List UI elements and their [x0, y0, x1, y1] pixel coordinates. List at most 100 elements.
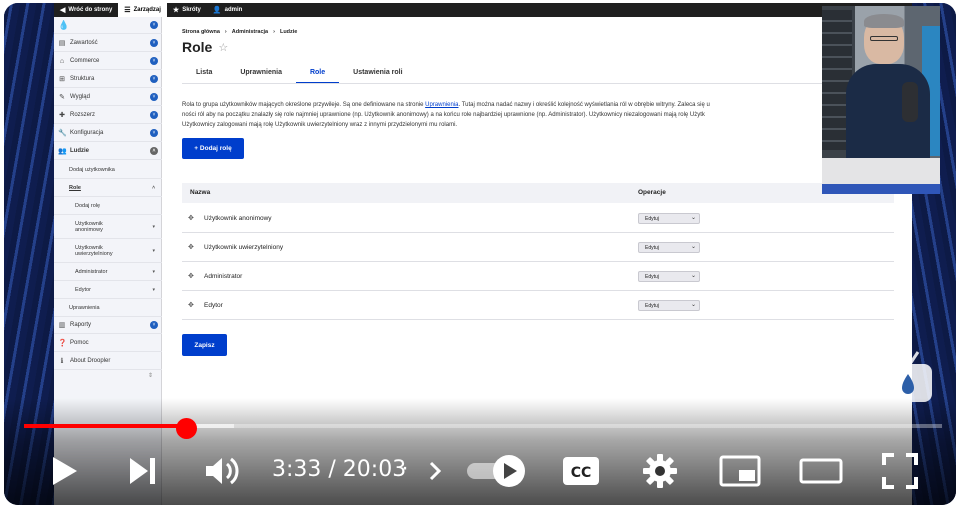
- breadcrumb-admin[interactable]: Administracja: [232, 29, 268, 35]
- settings-button[interactable]: [640, 449, 680, 493]
- drag-handle-icon[interactable]: ✥: [188, 272, 194, 280]
- sidebar-item-label: About Droopler: [70, 358, 111, 364]
- sidebar-sub-label: Role: [69, 184, 81, 191]
- chevron-down-icon[interactable]: ˅: [150, 39, 158, 47]
- time-display: 3:33 / 20:03: [272, 457, 407, 482]
- sidebar-item-label: Pomoc: [70, 340, 89, 346]
- add-role-button[interactable]: + Dodaj rolę: [182, 138, 244, 159]
- drag-handle-icon[interactable]: ✥: [188, 243, 194, 251]
- chevron-down-icon[interactable]: ˅: [150, 321, 158, 329]
- sidebar-item-config[interactable]: 🔧 Konfiguracja ˅: [54, 125, 162, 142]
- chevron-down-icon[interactable]: ˅: [150, 75, 158, 83]
- chevron-up-icon[interactable]: ˄: [152, 185, 155, 191]
- info-icon: ℹ: [60, 358, 64, 365]
- channel-watermark-icon[interactable]: [882, 348, 934, 404]
- breadcrumb-people[interactable]: Ludzie: [280, 29, 297, 35]
- chevron-down-icon[interactable]: ˅: [150, 57, 158, 65]
- sidebar-item-help[interactable]: ❓ Pomoc: [54, 335, 162, 352]
- star-icon[interactable]: ☆: [218, 41, 228, 54]
- edit-dropbutton[interactable]: Edytuj ⌄: [638, 242, 700, 253]
- breadcrumb-home[interactable]: Strona główna: [182, 29, 220, 35]
- shortcuts-tab[interactable]: ★ Skróty: [167, 3, 207, 17]
- autoplay-toggle[interactable]: [464, 449, 528, 493]
- admin-toolbar: ◀ Wróć do strony ☰ Zarządzaj ★ Skróty 👤 …: [54, 3, 912, 17]
- chevron-down-icon[interactable]: ˅: [150, 93, 158, 101]
- chevron-down-icon[interactable]: ˅: [150, 111, 158, 119]
- sidebar-item-people[interactable]: 👥 Ludzie ˄: [54, 143, 162, 160]
- page-title: Role ☆: [182, 39, 228, 55]
- chevron-down-icon[interactable]: ▾: [152, 248, 155, 254]
- sidebar-item-label: Raporty: [70, 322, 92, 328]
- shortcuts-label: Skróty: [182, 7, 201, 13]
- sidebar-item-about[interactable]: ℹ About Droopler: [54, 353, 162, 370]
- description-text: . Tutaj można nadać nazwy i określić kol…: [458, 102, 710, 108]
- next-button[interactable]: [126, 449, 160, 493]
- presenter-hair: [864, 14, 904, 28]
- chevron-down-icon[interactable]: ˅: [150, 21, 158, 29]
- drag-handle-icon[interactable]: ✥: [188, 301, 194, 309]
- chevron-down-icon[interactable]: ▾: [152, 224, 155, 230]
- fullscreen-button[interactable]: [880, 449, 920, 493]
- chevron-down-icon[interactable]: ⌄: [691, 214, 696, 221]
- chevron-down-icon[interactable]: ▾: [152, 287, 155, 293]
- edit-dropbutton[interactable]: Edytuj ⌄: [638, 213, 700, 224]
- play-button[interactable]: [48, 449, 82, 493]
- miniplayer-button[interactable]: [718, 449, 762, 493]
- star-icon: ★: [172, 7, 180, 14]
- permissions-link[interactable]: Uprawnienia: [425, 102, 458, 108]
- sidebar-collapse-icon[interactable]: ⇕: [148, 372, 153, 379]
- captions-icon: CC: [563, 457, 599, 485]
- drag-handle-icon[interactable]: ✥: [188, 214, 194, 222]
- table-row: ✥ Użytkownik anonimowy Edytuj ⌄: [182, 204, 894, 233]
- table-row: ✥ Użytkownik uwierzytelniony Edytuj ⌄: [182, 233, 894, 262]
- tab-permissions[interactable]: Uprawnienia: [226, 67, 296, 84]
- tab-roles[interactable]: Role: [295, 67, 340, 84]
- brush-icon: ✎: [59, 94, 65, 101]
- sidebar-item-structure[interactable]: ⊞ Struktura ˅: [54, 71, 162, 88]
- back-to-site-link[interactable]: ◀ Wróć do strony: [54, 3, 118, 17]
- drupal-drop-icon: 💧: [58, 19, 70, 30]
- sidebar-item-commerce[interactable]: ⌂ Commerce ˅: [54, 53, 162, 70]
- sidebar-sub-admin[interactable]: Administrator ▾: [54, 263, 162, 281]
- sidebar-sub-add-user[interactable]: Dodaj użytkownika: [54, 161, 162, 179]
- chevron-down-icon[interactable]: ▾: [152, 269, 155, 275]
- chapter-button[interactable]: [424, 449, 446, 493]
- volume-button[interactable]: [202, 449, 242, 493]
- chevron-down-icon[interactable]: ⌄: [691, 243, 696, 250]
- user-tab[interactable]: 👤 admin: [207, 3, 248, 17]
- sidebar-sub-auth[interactable]: Użytkownik uwierzytelniony ▾: [54, 239, 162, 263]
- breadcrumb: Strona główna › Administracja › Ludzie: [182, 29, 297, 35]
- manage-tab[interactable]: ☰ Zarządzaj: [118, 3, 167, 17]
- sidebar-sub-add-role[interactable]: Dodaj rolę: [54, 197, 162, 215]
- sidebar-sub-editor[interactable]: Edytor ▾: [54, 281, 162, 299]
- chevron-down-icon[interactable]: ⌄: [691, 272, 696, 279]
- theater-mode-button[interactable]: [798, 449, 844, 493]
- back-arrow-icon: ◀: [60, 7, 66, 14]
- sidebar-item-reports[interactable]: ▥ Raporty ˅: [54, 317, 162, 334]
- edit-dropbutton[interactable]: Edytuj ⌄: [638, 300, 700, 311]
- sidebar-item-extend[interactable]: ✚ Rozszerz ˅: [54, 107, 162, 124]
- theater-mode-icon: [799, 458, 843, 484]
- video-player[interactable]: ◀ Wróć do strony ☰ Zarządzaj ★ Skróty 👤 …: [4, 3, 956, 505]
- sidebar-item-label: Rozszerz: [70, 112, 96, 118]
- tab-role-settings[interactable]: Ustawienia roli: [339, 67, 416, 84]
- edit-dropbutton[interactable]: Edytuj ⌄: [638, 271, 700, 282]
- sidebar-sub-anon[interactable]: Użytkownik anonimowy ▾: [54, 215, 162, 239]
- description-line-3: Użytkownicy zalogowani mają rolę Użytkow…: [182, 122, 458, 128]
- save-button[interactable]: Zapisz: [182, 334, 227, 356]
- sidebar-item-content[interactable]: ▤ Zawartość ˅: [54, 35, 162, 52]
- chevron-down-icon[interactable]: ˅: [150, 129, 158, 137]
- tab-list[interactable]: Lista: [182, 67, 226, 84]
- chevron-down-icon[interactable]: ⌄: [691, 301, 696, 308]
- sidebar-sub-roles[interactable]: Role ˄: [54, 179, 162, 197]
- chevron-up-icon[interactable]: ˄: [150, 147, 158, 155]
- role-name: Użytkownik uwierzytelniony: [204, 244, 284, 251]
- sidebar-item-logo[interactable]: 💧 ˅: [54, 17, 162, 34]
- progress-bar[interactable]: [24, 424, 942, 429]
- sidebar-sub-permissions[interactable]: Uprawnienia: [54, 299, 162, 317]
- microphone: [902, 82, 918, 122]
- back-to-site-label: Wróć do strony: [68, 7, 113, 13]
- captions-button[interactable]: CC: [560, 449, 602, 493]
- tab-bar: Lista Uprawnienia Role Ustawienia roli: [182, 67, 417, 84]
- sidebar-item-appearance[interactable]: ✎ Wygląd ˅: [54, 89, 162, 106]
